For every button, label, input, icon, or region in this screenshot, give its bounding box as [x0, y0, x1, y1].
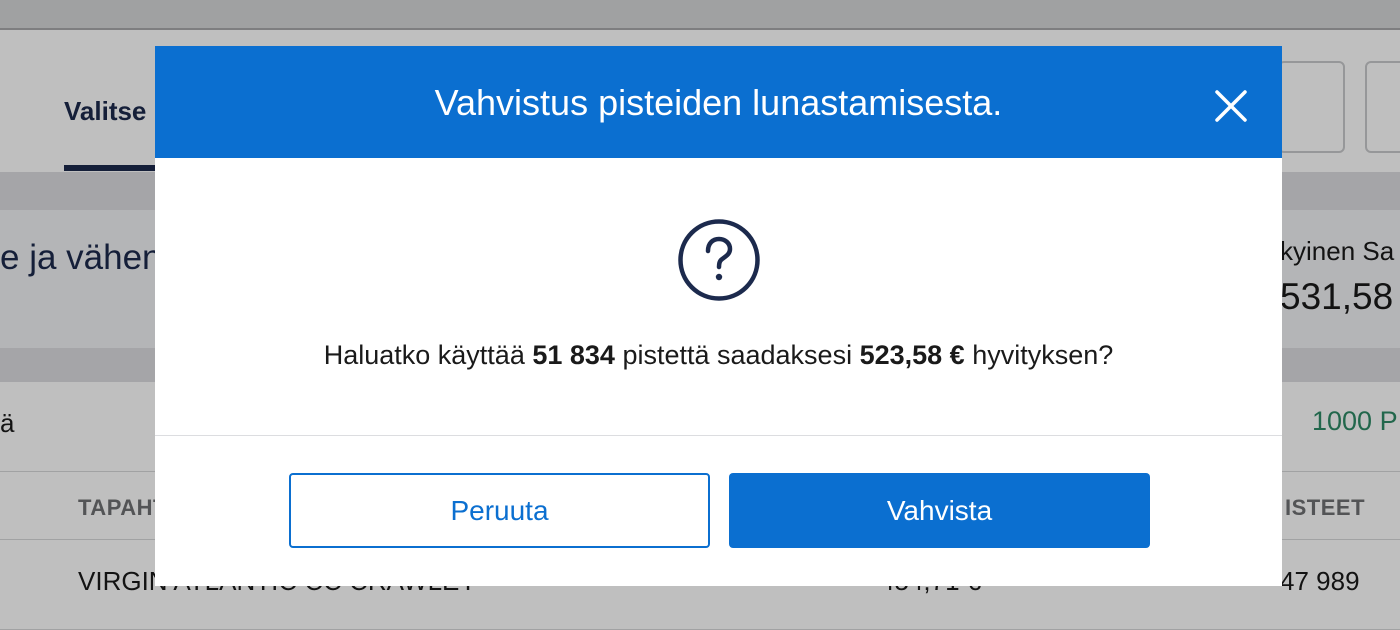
dialog-title: Vahvistus pisteiden lunastamisesta. — [434, 82, 1003, 123]
points-amount: 51 834 — [532, 340, 615, 370]
message-middle: pistettä saadaksesi — [614, 340, 860, 370]
message-prefix: Haluatko käyttää — [323, 340, 533, 370]
cancel-button[interactable]: Peruuta — [289, 473, 710, 548]
confirm-redeem-dialog: Vahvistus pisteiden lunastamisesta. Halu… — [155, 46, 1282, 586]
close-icon[interactable] — [1211, 86, 1251, 126]
dialog-divider — [155, 435, 1282, 436]
question-circle-icon — [677, 218, 761, 302]
dialog-message: Haluatko käyttää 51 834 pistettä saadaks… — [155, 340, 1282, 371]
confirm-button[interactable]: Vahvista — [729, 473, 1150, 548]
dialog-header: Vahvistus pisteiden lunastamisesta. — [155, 46, 1282, 158]
message-suffix: hyvityksen? — [964, 340, 1114, 370]
credit-amount: 523,58 € — [859, 340, 965, 370]
